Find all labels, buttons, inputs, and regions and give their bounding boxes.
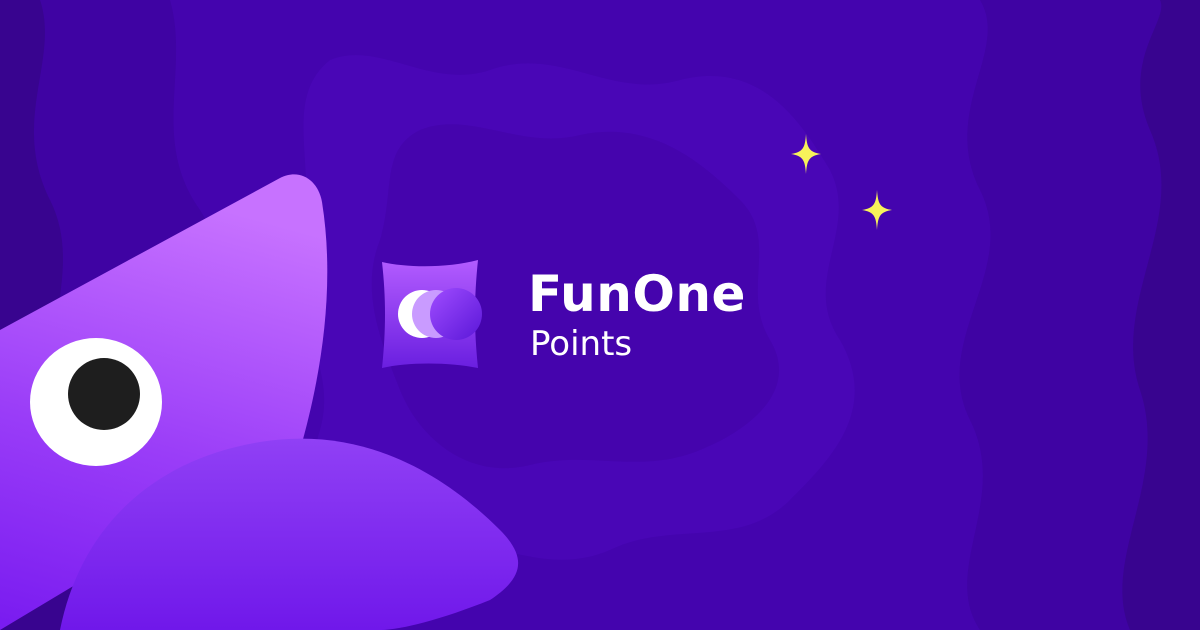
brand-subtitle: Points	[530, 324, 633, 364]
brand-name: FunOne	[528, 265, 746, 323]
sparkle-icon	[791, 134, 821, 174]
sparkle-icon	[862, 190, 892, 230]
mascot-eye	[30, 338, 162, 466]
mascot-creature	[0, 174, 519, 630]
